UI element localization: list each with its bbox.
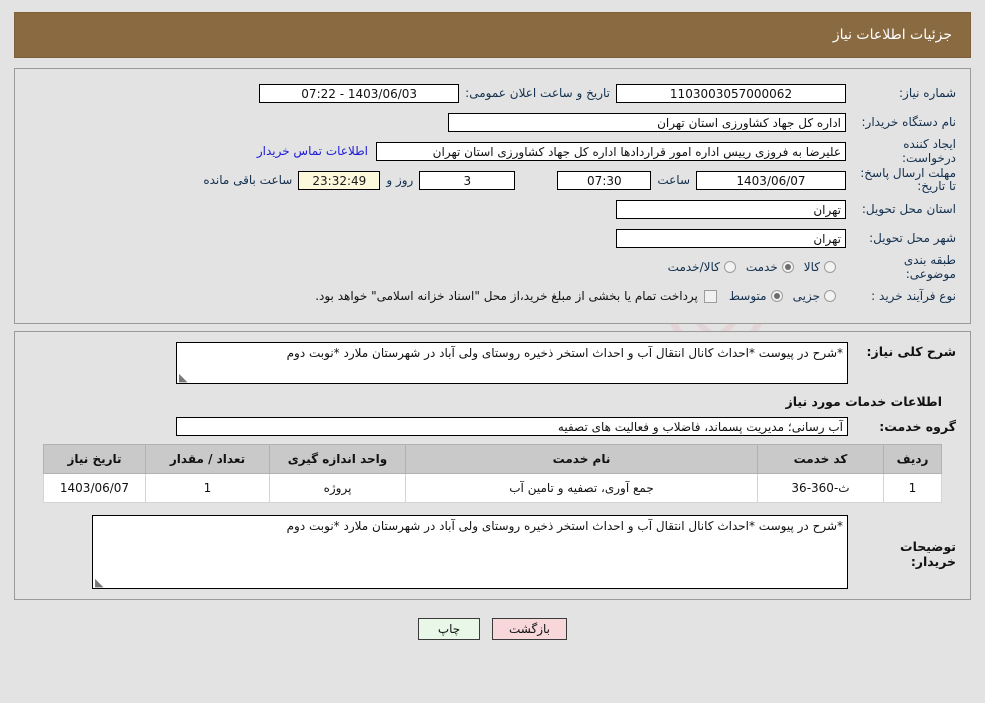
items-table: ردیف کد خدمت نام خدمت واحد اندازه گیری ت… [43,444,942,503]
page-title: جزئیات اطلاعات نیاز [832,27,952,43]
buyer-contact-link[interactable]: اطلاعات تماس خریدار [249,144,376,158]
buyer-org-label: نام دستگاه خریدار: [861,115,957,129]
buyer-notes-textarea[interactable]: *شرح در پیوست *احداث کانال انتقال آب و ا… [92,515,848,589]
need-desc-textarea[interactable]: *شرح در پیوست *احداث کانال انتقال آب و ا… [176,342,848,384]
button-bar: بازگشت چاپ [14,618,971,640]
classification-label: طبقه بندی موضوعی: [903,253,956,281]
radio-classification-kala-label: کالا [803,260,820,274]
print-button[interactable]: چاپ [418,618,480,640]
resize-grip-icon-notes[interactable]: ◢ [95,576,105,588]
row-classification: طبقه بندی موضوعی: کالا خدمت کالا/خدمت [29,253,956,281]
cell-service-name: جمع آوری، تصفیه و تامین آب [405,473,758,503]
cell-radif: 1 [883,473,942,503]
radio-classification-kala-khedmat[interactable] [723,261,736,273]
radio-process-jozei[interactable] [824,290,836,302]
hour-label: ساعت [657,173,690,187]
services-section-heading: اطلاعات خدمات مورد نیاز [785,394,943,409]
radio-classification-kala[interactable] [824,261,836,273]
city-value: تهران [616,228,846,248]
cell-quantity: 1 [145,473,270,503]
announce-value: 1403/06/03 - 07:22 [259,83,460,103]
need-number-value: 1103003057000062 [616,83,846,103]
back-button[interactable]: بازگشت [492,618,567,640]
radio-process-motavaset[interactable] [770,290,783,302]
need-details-panel: شرح کلی نیاز: *شرح در پیوست *احداث کانال… [14,331,971,600]
col-service-code: کد خدمت [757,444,884,474]
days-label: روز و [386,173,414,187]
city-label: شهر محل تحویل: [869,231,956,245]
province-label: استان محل تحویل: [861,202,956,216]
row-need-number: شماره نیاز: 1103003057000062 تاریخ و ساع… [29,79,956,107]
row-province: استان محل تحویل: تهران [29,195,956,223]
resize-grip-icon[interactable]: ◢ [179,371,189,383]
row-city: شهر محل تحویل: تهران [29,224,956,252]
row-requester: ایجاد کننده درخواست: علیرضا به فروزی ریی… [29,137,956,165]
table-header-row: ردیف کد خدمت نام خدمت واحد اندازه گیری ت… [43,444,942,474]
col-unit: واحد اندازه گیری [269,444,406,474]
row-deadline: مهلت ارسال پاسخ: تا تاریخ: 1403/06/07 سا… [29,166,956,194]
buyer-notes-value: *شرح در پیوست *احداث کانال انتقال آب و ا… [286,519,843,533]
treasury-checkbox[interactable] [703,289,717,303]
buyer-org-value: اداره کل جهاد کشاورزی استان تهران [448,112,846,132]
page-header: جزئیات اطلاعات نیاز [14,12,971,58]
need-desc-label: شرح کلی نیاز: [866,344,956,359]
process-radio-group: جزیی متوسط پرداخت تمام یا بخشی از مبلغ خ… [315,289,846,303]
days-remaining-value: 3 [419,170,516,190]
province-value: تهران [616,199,846,219]
row-process-type: نوع فرآیند خرید : جزیی متوسط پرداخت تمام… [29,282,956,310]
cell-need-date: 1403/06/07 [43,473,146,503]
process-label: نوع فرآیند خرید : [871,289,956,303]
radio-classification-khedmat[interactable] [781,261,794,273]
radio-process-motavaset-label: متوسط [728,289,767,303]
cell-service-code: ث-360-36 [757,473,884,503]
requester-label: ایجاد کننده درخواست: [902,137,956,165]
need-desc-value: *شرح در پیوست *احداث کانال انتقال آب و ا… [286,346,843,360]
radio-classification-kala-khedmat-label: کالا/خدمت [667,260,720,274]
deadline-time-value: 07:30 [557,170,652,190]
general-info-panel: شماره نیاز: 1103003057000062 تاریخ و ساع… [14,68,971,324]
deadline-date-value: 1403/06/07 [696,170,846,190]
cell-unit: پروژه [269,473,406,503]
col-quantity: تعداد / مقدار [145,444,270,474]
buyer-notes-label: توضیحات خریدار: [900,539,956,569]
table-row: 1 ث-360-36 جمع آوری، تصفیه و تامین آب پر… [43,473,942,503]
need-number-label: شماره نیاز: [899,86,956,100]
service-group-label: گروه خدمت: [879,419,956,434]
deadline-label: مهلت ارسال پاسخ: تا تاریخ: [860,166,956,193]
requester-value: علیرضا به فروزی رییس اداره امور قرارداده… [376,141,846,161]
classification-radio-group: کالا خدمت کالا/خدمت [668,260,846,274]
row-buyer-org: نام دستگاه خریدار: اداره کل جهاد کشاورزی… [29,108,956,136]
countdown-timer: 23:32:49 [298,170,381,190]
page-root: جزئیات اطلاعات نیاز شماره نیاز: 11030030… [0,12,985,640]
radio-classification-khedmat-label: خدمت [745,260,778,274]
service-group-value: آب رسانی؛ مدیریت پسماند، فاضلاب و فعالیت… [176,417,848,436]
col-need-date: تاریخ نیاز [43,444,146,474]
countdown-label: ساعت باقی مانده [203,173,293,187]
col-radif: ردیف [883,444,942,474]
col-service-name: نام خدمت [405,444,758,474]
treasury-checkbox-label: پرداخت تمام یا بخشی از مبلغ خرید،از محل … [315,289,698,303]
announce-label: تاریخ و ساعت اعلان عمومی: [465,86,610,100]
radio-process-jozei-label: جزیی [792,289,820,303]
